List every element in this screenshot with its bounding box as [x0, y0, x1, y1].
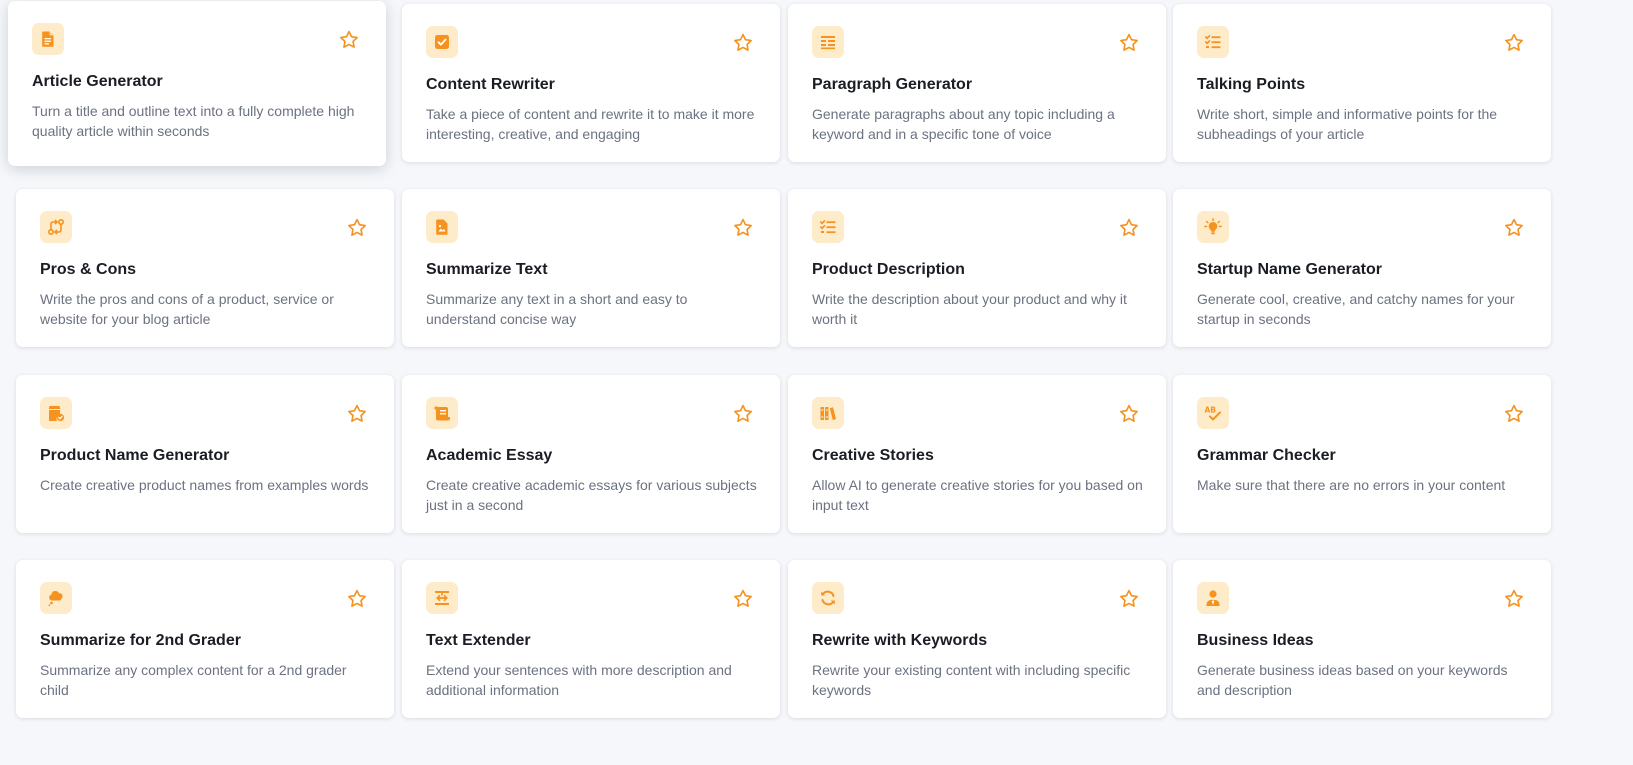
favorite-star-icon[interactable] — [1503, 588, 1525, 610]
spellcheck-icon: AB — [1204, 404, 1222, 422]
template-icon-badge — [812, 397, 844, 429]
template-description: Take a piece of content and rewrite it t… — [426, 106, 755, 142]
swap-icon — [47, 218, 65, 236]
template-icon-badge — [426, 582, 458, 614]
template-card[interactable]: Talking Points Write short, simple and i… — [1173, 4, 1551, 162]
svg-text:AB: AB — [1205, 406, 1217, 415]
template-title: Pros & Cons — [40, 261, 137, 278]
template-icon-badge — [1197, 26, 1229, 58]
template-title: Startup Name Generator — [1197, 261, 1382, 278]
template-icon-badge — [426, 211, 458, 243]
template-description: Generate cool, creative, and catchy name… — [1197, 291, 1515, 327]
template-description: Allow AI to generate creative stories fo… — [812, 477, 1143, 513]
favorite-star-icon[interactable] — [346, 217, 368, 239]
template-description: Create creative product names from examp… — [40, 477, 369, 493]
favorite-star-icon[interactable] — [346, 588, 368, 610]
template-title: Article Generator — [32, 73, 163, 90]
template-card[interactable]: Pros & Cons Write the pros and cons of a… — [16, 189, 394, 347]
checklist-icon — [819, 218, 837, 236]
template-title: Talking Points — [1197, 76, 1306, 93]
template-icon-badge — [1197, 582, 1229, 614]
file-image-icon — [433, 218, 451, 236]
template-card[interactable]: Content Rewriter Take a piece of content… — [402, 4, 780, 162]
template-description: Write the description about your product… — [812, 291, 1127, 327]
template-icon-badge — [812, 211, 844, 243]
favorite-star-icon[interactable] — [1118, 32, 1140, 54]
refresh-icon — [819, 589, 837, 607]
template-title: Content Rewriter — [426, 76, 555, 93]
template-card[interactable]: Academic Essay Create creative academic … — [402, 375, 780, 533]
thought-cloud-icon — [47, 589, 65, 607]
favorite-star-icon[interactable] — [346, 403, 368, 425]
template-card[interactable]: Rewrite with Keywords Rewrite your exist… — [788, 560, 1166, 718]
favorite-star-icon[interactable] — [338, 29, 360, 51]
template-card[interactable]: Paragraph Generator Generate paragraphs … — [788, 4, 1166, 162]
lightbulb-icon — [1204, 218, 1222, 236]
template-description: Summarize any complex content for a 2nd … — [40, 662, 347, 698]
favorite-star-icon[interactable] — [732, 217, 754, 239]
template-icon-badge — [40, 397, 72, 429]
template-description: Turn a title and outline text into a ful… — [32, 103, 355, 139]
template-description: Generate business ideas based on your ke… — [1197, 662, 1508, 698]
template-card[interactable]: Product Name Generator Create creative p… — [16, 375, 394, 533]
template-card[interactable]: Startup Name Generator Generate cool, cr… — [1173, 189, 1551, 347]
template-card[interactable]: Article Generator Turn a title and outli… — [8, 1, 386, 166]
template-grid: Article Generator Turn a title and outli… — [0, 0, 1633, 765]
template-card[interactable]: Text Extender Extend your sentences with… — [402, 560, 780, 718]
template-icon-badge — [812, 26, 844, 58]
template-card[interactable]: Summarize Text Summarize any text in a s… — [402, 189, 780, 347]
favorite-star-icon[interactable] — [732, 32, 754, 54]
template-card[interactable]: Product Description Write the descriptio… — [788, 189, 1166, 347]
template-title: Summarize Text — [426, 261, 548, 278]
template-title: Product Description — [812, 261, 965, 278]
box-check-icon — [47, 404, 65, 422]
checkbox-icon — [433, 33, 451, 51]
template-title: Paragraph Generator — [812, 76, 973, 93]
document-icon — [39, 30, 57, 48]
template-card[interactable]: Creative Stories Allow AI to generate cr… — [788, 375, 1166, 533]
paragraph-icon — [819, 33, 837, 51]
favorite-star-icon[interactable] — [1503, 217, 1525, 239]
template-title: Product Name Generator — [40, 447, 230, 464]
template-icon-badge — [426, 26, 458, 58]
template-title: Grammar Checker — [1197, 447, 1336, 464]
favorite-star-icon[interactable] — [732, 403, 754, 425]
books-icon — [819, 404, 837, 422]
template-card[interactable]: Summarize for 2nd Grader Summarize any c… — [16, 560, 394, 718]
template-icon-badge — [1197, 211, 1229, 243]
favorite-star-icon[interactable] — [1503, 403, 1525, 425]
checklist-icon — [1204, 33, 1222, 51]
template-icon-badge: AB — [1197, 397, 1229, 429]
template-description: Generate paragraphs about any topic incl… — [812, 106, 1115, 142]
template-description: Make sure that there are no errors in yo… — [1197, 477, 1506, 493]
template-description: Summarize any text in a short and easy t… — [426, 291, 688, 327]
template-icon-badge — [426, 397, 458, 429]
favorite-star-icon[interactable] — [1503, 32, 1525, 54]
favorite-star-icon[interactable] — [1118, 588, 1140, 610]
template-title: Summarize for 2nd Grader — [40, 632, 241, 649]
template-card[interactable]: AB Grammar Checker Make sure that there … — [1173, 375, 1551, 533]
template-title: Business Ideas — [1197, 632, 1314, 649]
template-title: Text Extender — [426, 632, 531, 649]
template-description: Write the pros and cons of a product, se… — [40, 291, 334, 327]
template-title: Rewrite with Keywords — [812, 632, 988, 649]
favorite-star-icon[interactable] — [1118, 217, 1140, 239]
template-description: Extend your sentences with more descript… — [426, 662, 732, 698]
user-tie-icon — [1204, 589, 1222, 607]
template-icon-badge — [40, 211, 72, 243]
template-title: Creative Stories — [812, 447, 934, 464]
template-description: Write short, simple and informative poin… — [1197, 106, 1498, 142]
template-icon-badge — [812, 582, 844, 614]
template-icon-badge — [32, 23, 64, 55]
template-card[interactable]: Business Ideas Generate business ideas b… — [1173, 560, 1551, 718]
favorite-star-icon[interactable] — [1118, 403, 1140, 425]
template-description: Rewrite your existing content with inclu… — [812, 662, 1131, 698]
template-title: Academic Essay — [426, 447, 553, 464]
favorite-star-icon[interactable] — [732, 588, 754, 610]
text-extend-icon — [433, 589, 451, 607]
scroll-icon — [433, 404, 451, 422]
template-icon-badge — [40, 582, 72, 614]
template-description: Create creative academic essays for vari… — [426, 477, 757, 513]
